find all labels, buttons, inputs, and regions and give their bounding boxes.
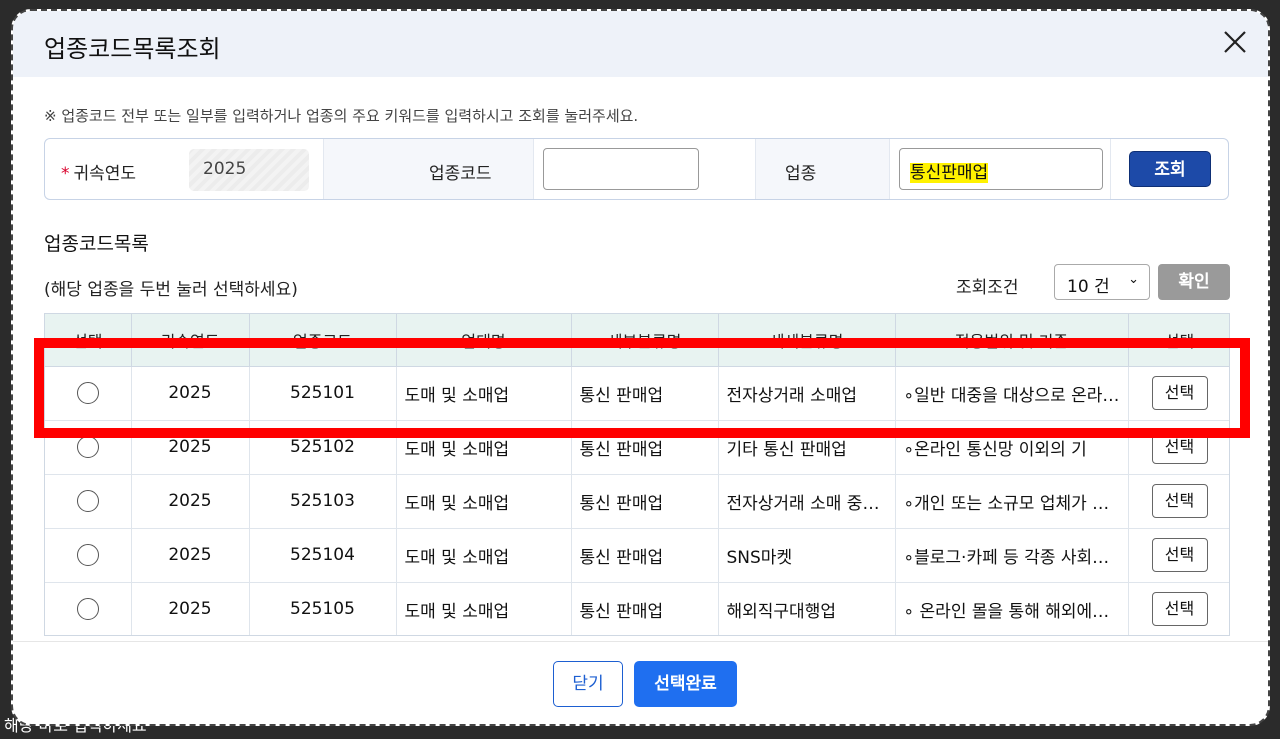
code-input[interactable] xyxy=(543,148,699,190)
row-year: 2025 xyxy=(131,366,250,421)
condition-label: 조회조건 xyxy=(956,278,1019,298)
table-row[interactable]: 2025 525102 도매 및 소매업 통신 판매업 기타 통신 판매업 ∘온… xyxy=(45,420,1229,475)
search-button[interactable]: 조회 xyxy=(1129,151,1211,187)
industry-label: 업종 xyxy=(785,164,817,184)
list-hint: (해당 업종을 두번 눌러 선택하세요) xyxy=(44,280,298,300)
row-subsub: SNS마켓 xyxy=(718,528,896,583)
table-row[interactable]: 2025 525105 도매 및 소매업 통신 판매업 해외직구대행업 ∘ 온라… xyxy=(45,582,1229,635)
search-panel: * 귀속연도 2025 업종코드 업종 통신판매업 조회 xyxy=(44,138,1229,200)
row-year: 2025 xyxy=(131,582,250,635)
col-select-btn: 선택 xyxy=(1128,314,1229,367)
row-year: 2025 xyxy=(131,528,250,583)
row-biz: 도매 및 소매업 xyxy=(396,474,572,529)
modal-header: 업종코드목록조회 xyxy=(13,11,1268,77)
required-mark: * xyxy=(61,164,70,184)
col-code: 업종코드 xyxy=(249,314,397,367)
row-scope: ∘개인 또는 소규모 업체가 운영 xyxy=(895,474,1129,529)
year-label: * 귀속연도 xyxy=(61,164,137,184)
col-year: 귀속연도 xyxy=(131,314,250,367)
row-select-button[interactable]: 선택 xyxy=(1151,376,1208,410)
row-biz: 도매 및 소매업 xyxy=(396,582,572,635)
industry-input[interactable]: 통신판매업 xyxy=(899,148,1103,190)
col-scope: 적용범위 및 기준 xyxy=(895,314,1129,367)
row-subsub: 전자상거래 소매 중개업 xyxy=(718,474,896,529)
footer-divider xyxy=(13,641,1268,642)
row-select-button[interactable]: 선택 xyxy=(1151,484,1208,518)
search-notice: ※ 업종코드 전부 또는 일부를 입력하거나 업종의 주요 키워드를 입력하시고… xyxy=(44,107,639,125)
row-select-button[interactable]: 선택 xyxy=(1151,592,1208,626)
code-label: 업종코드 xyxy=(429,164,492,184)
row-year: 2025 xyxy=(131,420,250,475)
row-scope: ∘ 온라인 몰을 통해 해외에서 구매 xyxy=(895,582,1129,635)
list-title: 업종코드목록 xyxy=(44,233,149,255)
code-table: 선택 귀속연도 업종코드 업태명 세부분류명 세세분류명 적용범위 및 기준 선… xyxy=(44,313,1230,636)
row-biz: 도매 및 소매업 xyxy=(396,366,572,421)
table-row[interactable]: 2025 525104 도매 및 소매업 통신 판매업 SNS마켓 ∘블로그·카… xyxy=(45,528,1229,583)
industry-input-value: 통신판매업 xyxy=(910,163,989,183)
row-scope: ∘블로그·카페 등 각종 사회관계망 xyxy=(895,528,1129,583)
year-field: 2025 xyxy=(189,149,309,191)
table-row[interactable]: 2025 525101 도매 및 소매업 통신 판매업 전자상거래 소매업 ∘일… xyxy=(45,366,1229,421)
row-radio[interactable] xyxy=(76,598,99,620)
row-year: 2025 xyxy=(131,474,250,529)
industry-code-modal: 업종코드목록조회 ※ 업종코드 전부 또는 일부를 입력하거나 업종의 주요 키… xyxy=(11,9,1270,726)
row-code: 525104 xyxy=(249,528,397,583)
condition-select[interactable]: 10 건 ⌄ xyxy=(1054,264,1150,300)
row-code: 525105 xyxy=(249,582,397,635)
row-select-button[interactable]: 선택 xyxy=(1151,430,1208,464)
table-header: 선택 귀속연도 업종코드 업태명 세부분류명 세세분류명 적용범위 및 기준 선… xyxy=(45,314,1229,367)
row-radio[interactable] xyxy=(76,490,99,512)
row-biz: 도매 및 소매업 xyxy=(396,420,572,475)
condition-value: 10 건 xyxy=(1067,277,1110,297)
row-radio[interactable] xyxy=(76,382,99,404)
complete-selection-button[interactable]: 선택완료 xyxy=(634,661,737,707)
col-select: 선택 xyxy=(45,314,132,367)
row-scope: ∘일반 대중을 대상으로 온라인 쇼핑몰 xyxy=(895,366,1129,421)
row-biz: 도매 및 소매업 xyxy=(396,528,572,583)
col-sub: 세부분류명 xyxy=(571,314,719,367)
row-sub: 통신 판매업 xyxy=(571,474,719,529)
row-sub: 통신 판매업 xyxy=(571,528,719,583)
col-biz: 업태명 xyxy=(396,314,572,367)
confirm-button[interactable]: 확인 xyxy=(1158,264,1230,300)
row-radio[interactable] xyxy=(76,436,99,458)
table-row[interactable]: 2025 525103 도매 및 소매업 통신 판매업 전자상거래 소매 중개업… xyxy=(45,474,1229,529)
row-select-button[interactable]: 선택 xyxy=(1151,538,1208,572)
row-sub: 통신 판매업 xyxy=(571,420,719,475)
chevron-down-icon: ⌄ xyxy=(1128,272,1139,287)
row-subsub: 해외직구대행업 xyxy=(718,582,896,635)
row-sub: 통신 판매업 xyxy=(571,582,719,635)
col-subsub: 세세분류명 xyxy=(718,314,896,367)
row-subsub: 전자상거래 소매업 xyxy=(718,366,896,421)
row-radio[interactable] xyxy=(76,544,99,566)
row-sub: 통신 판매업 xyxy=(571,366,719,421)
close-icon[interactable] xyxy=(1222,29,1248,55)
close-button[interactable]: 닫기 xyxy=(553,661,623,707)
row-code: 525102 xyxy=(249,420,397,475)
row-subsub: 기타 통신 판매업 xyxy=(718,420,896,475)
modal-title: 업종코드목록조회 xyxy=(44,35,221,63)
row-code: 525103 xyxy=(249,474,397,529)
row-code: 525101 xyxy=(249,366,397,421)
row-scope: ∘온라인 통신망 이외의 기 xyxy=(895,420,1129,475)
